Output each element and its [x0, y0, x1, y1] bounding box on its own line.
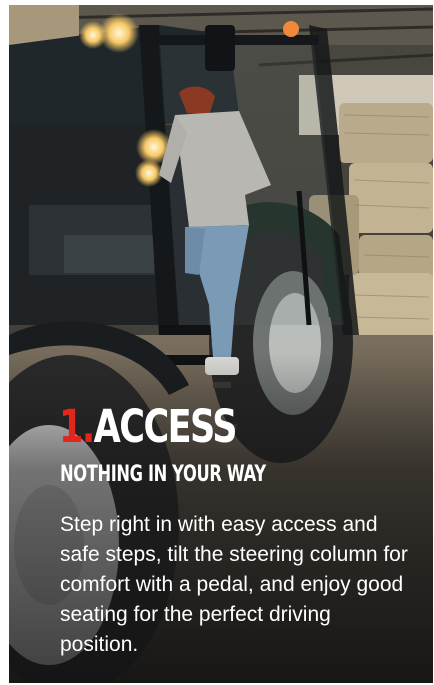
feature-headline: 1.ACCESS — [59, 400, 238, 453]
feature-subheadline: NOTHING IN YOUR WAY — [60, 462, 266, 487]
headline-number: 1. — [59, 400, 95, 453]
feature-card: 1.ACCESS NOTHING IN YOUR WAY Step right … — [9, 5, 433, 683]
headline-word: ACCESS — [93, 400, 238, 453]
feature-description: Step right in with easy access and safe … — [60, 513, 408, 656]
